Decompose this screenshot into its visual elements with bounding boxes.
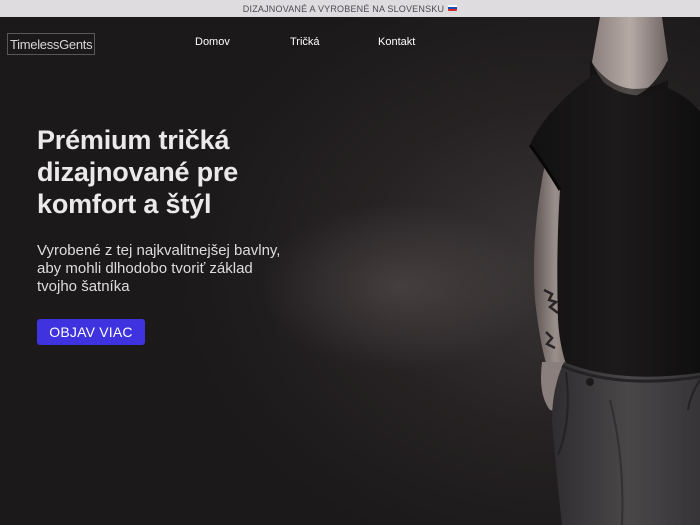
announcement-text: DIZAJNOVANÉ A VYROBENÉ NA SLOVENSKU [242,3,445,14]
brand-logo-text: TimelessGents [10,36,93,52]
hero-subheadline: Vyrobené z tej najkvalitnejšej bavlny, a… [37,242,281,295]
discover-more-button[interactable]: OBJAV VIAC [37,319,145,345]
nav-link-contact[interactable]: Kontakt [378,36,415,50]
nav-link-tshirts[interactable]: Tričká [290,36,320,50]
slovak-flag-icon [448,4,458,11]
brand-logo[interactable]: TimelessGents [7,33,96,55]
hero-headline: Prémium tričká dizajnované pre komfort a… [37,125,239,219]
nav-link-home[interactable]: Domov [195,36,230,50]
announcement-bar: DIZAJNOVANÉ A VYROBENÉ NA SLOVENSKU [0,0,700,17]
page: DIZAJNOVANÉ A VYROBENÉ NA SLOVENSKU Time… [0,0,700,525]
